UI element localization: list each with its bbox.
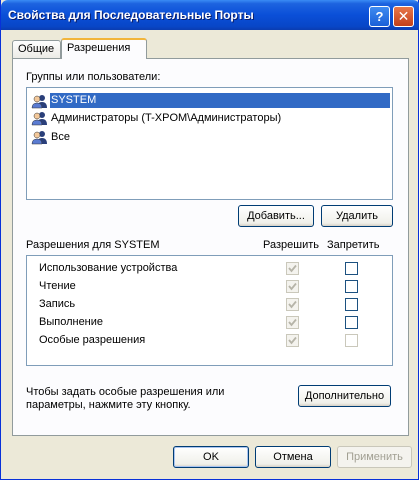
- permissions-list: Использование устройства Чтение Запись В…: [26, 255, 393, 366]
- permission-name: Особые разрешения: [39, 334, 146, 346]
- list-item-administrators[interactable]: Администраторы (T-XPOM\Администраторы): [29, 110, 390, 127]
- groups-label: Группы или пользователи:: [26, 71, 161, 83]
- allow-column-header: Разрешить: [263, 239, 319, 251]
- permission-row: Выполнение: [27, 314, 392, 331]
- users-group-icon: [31, 130, 48, 145]
- window-title: Свойства для Последовательные Порты: [8, 8, 254, 22]
- permission-row: Чтение: [27, 278, 392, 295]
- tab-security[interactable]: Разрешения: [61, 38, 147, 59]
- remove-button[interactable]: Удалить: [321, 205, 393, 227]
- deny-checkbox: [345, 334, 358, 347]
- advanced-button[interactable]: Дополнительно: [298, 385, 391, 407]
- apply-button: Применить: [337, 446, 412, 468]
- title-bar[interactable]: Свойства для Последовательные Порты ? ✕: [1, 0, 419, 30]
- permission-name: Запись: [39, 298, 76, 310]
- allow-checkbox: [286, 262, 299, 275]
- deny-checkbox[interactable]: [345, 316, 358, 329]
- deny-checkbox[interactable]: [345, 298, 358, 311]
- list-item-system[interactable]: SYSTEM: [29, 93, 390, 110]
- permission-name: Чтение: [39, 280, 76, 292]
- add-button[interactable]: Добавить...: [238, 205, 314, 227]
- list-item-label: Все: [51, 131, 70, 143]
- tab-general[interactable]: Общие: [12, 40, 61, 58]
- permission-row: Запись: [27, 296, 392, 313]
- ok-button[interactable]: OK: [173, 446, 249, 468]
- help-button[interactable]: ?: [369, 6, 390, 27]
- allow-checkbox: [286, 298, 299, 311]
- properties-dialog: Свойства для Последовательные Порты ? ✕ …: [0, 0, 419, 480]
- help-icon: ?: [375, 9, 384, 24]
- permission-row: Особые разрешения: [27, 332, 392, 349]
- close-icon: ✕: [397, 8, 410, 24]
- permission-name: Выполнение: [39, 316, 104, 328]
- permission-row: Использование устройства: [27, 260, 392, 277]
- allow-checkbox: [286, 334, 299, 347]
- advanced-hint-line1: Чтобы задать особые разрешения или: [26, 386, 225, 398]
- close-button[interactable]: ✕: [393, 6, 414, 27]
- list-item-everyone[interactable]: Все: [29, 129, 390, 146]
- advanced-hint-line2: параметры, нажмите эту кнопку.: [26, 399, 191, 411]
- deny-checkbox[interactable]: [345, 280, 358, 293]
- permission-name: Использование устройства: [39, 262, 178, 274]
- users-group-icon: [31, 111, 48, 126]
- cancel-button[interactable]: Отмена: [255, 446, 331, 468]
- deny-checkbox[interactable]: [345, 262, 358, 275]
- list-item-label: Администраторы (T-XPOM\Администраторы): [51, 112, 282, 124]
- deny-column-header: Запретить: [327, 239, 380, 251]
- allow-checkbox: [286, 316, 299, 329]
- allow-checkbox: [286, 280, 299, 293]
- list-item-label: SYSTEM: [50, 93, 390, 108]
- permissions-label: Разрешения для SYSTEM: [26, 239, 160, 251]
- users-list[interactable]: SYSTEM Администраторы (T-XPOM\Администра…: [26, 87, 393, 200]
- users-group-icon: [31, 94, 48, 109]
